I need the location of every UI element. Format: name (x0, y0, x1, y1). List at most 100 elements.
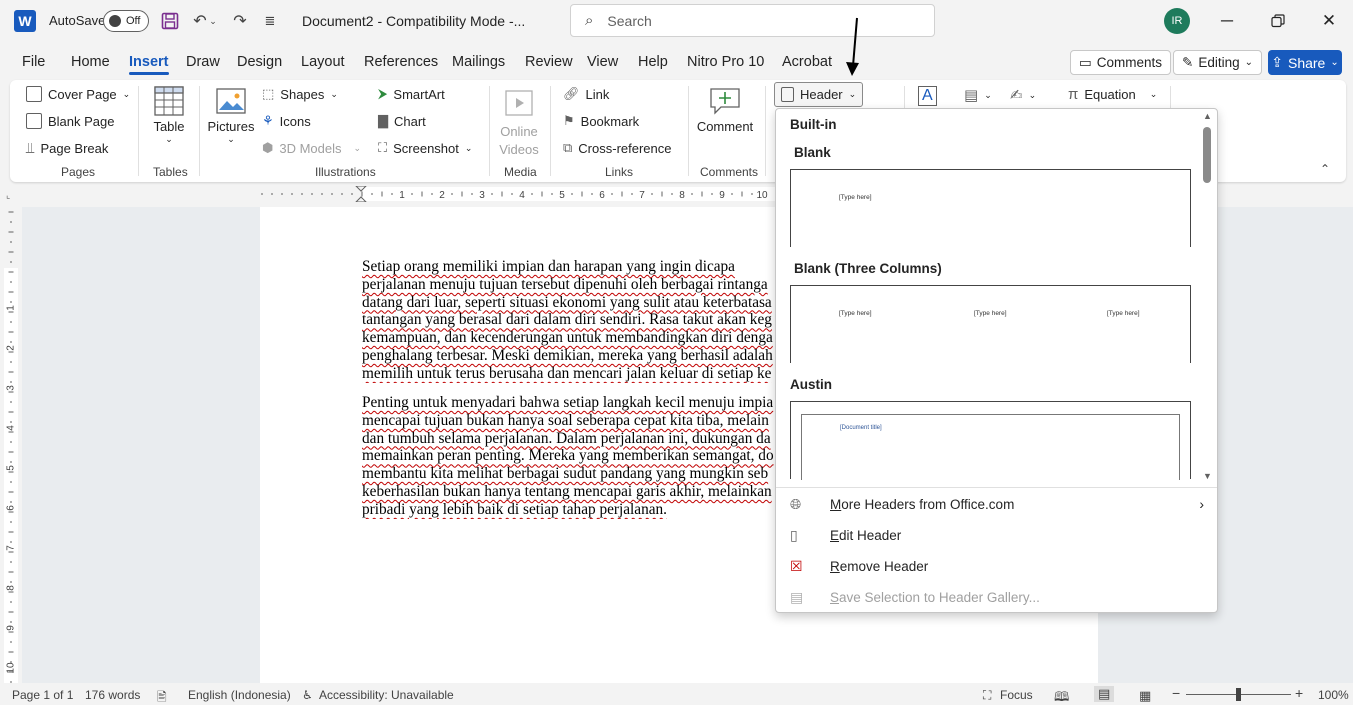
search-box[interactable]: ⌕ Search (570, 4, 935, 37)
page-count[interactable]: Page 1 of 1 (12, 688, 73, 702)
restore-icon[interactable] (1265, 8, 1291, 34)
table-button[interactable]: Table ⌄ (150, 86, 188, 145)
equation-button[interactable]: π Equation ⌄ (1068, 86, 1157, 103)
close-icon[interactable]: ✕ (1316, 8, 1342, 34)
editing-mode-button[interactable]: ✎ Editing ⌄ (1173, 50, 1262, 75)
cover-page-label: Cover Page (48, 86, 117, 102)
tab-selector-icon[interactable]: ⌞ (6, 190, 10, 201)
chevron-down-icon: ⌄ (984, 89, 992, 100)
read-mode-icon[interactable]: 🕮︎ (1054, 688, 1069, 705)
customize-qat-icon[interactable]: ≣ (259, 10, 281, 32)
tab-draw[interactable]: Draw (186, 54, 220, 70)
tab-view[interactable]: View (587, 54, 618, 70)
save-icon[interactable] (159, 10, 181, 32)
scroll-up-arrow-icon[interactable]: ▲ (1203, 111, 1212, 121)
group-label-links: Links (605, 165, 634, 179)
bookmark-button[interactable]: ⚑ Bookmark (563, 113, 639, 129)
ruler-number: 7 (6, 545, 17, 551)
print-layout-icon[interactable]: ▤ (1094, 686, 1115, 702)
redo-icon[interactable]: ↷ (229, 10, 251, 32)
scroll-down-arrow-icon[interactable]: ▼ (1203, 471, 1212, 481)
user-avatar[interactable]: IR (1164, 8, 1190, 34)
tab-layout[interactable]: Layout (301, 54, 345, 70)
save-selection-menu-item[interactable]: ▤ Save Selection to Header Gallery... (790, 583, 1210, 611)
document-title: Document2 - Compatibility Mode -... (302, 13, 526, 29)
pi-icon: π (1068, 86, 1079, 103)
gallery-item-blank[interactable]: [Type here] (790, 169, 1191, 247)
group-divider (489, 86, 490, 176)
comments-label: Comments (1096, 55, 1163, 70)
web-layout-icon[interactable]: ▦ (1139, 688, 1151, 704)
tab-file[interactable]: File (22, 54, 45, 70)
word-count[interactable]: 176 words (85, 688, 140, 702)
accessibility-icon: ♿︎ (302, 688, 313, 702)
group-divider (1170, 86, 1171, 110)
cross-reference-button[interactable]: ⧉ Cross-reference (563, 140, 672, 156)
zoom-level[interactable]: 100% (1318, 688, 1349, 702)
online-video-icon (505, 90, 533, 116)
accessibility-status[interactable]: Accessibility: Unavailable (319, 688, 454, 702)
quick-parts-button[interactable]: ▤ ⌄ (964, 86, 992, 104)
autosave-toggle[interactable]: Off (103, 10, 149, 32)
smartart-button[interactable]: ⮞ SmartArt (378, 86, 445, 102)
cover-page-button[interactable]: Cover Page ⌄ (26, 86, 130, 102)
ruler-number: 1 (6, 305, 17, 311)
blank-page-button[interactable]: Blank Page (26, 113, 115, 129)
collapse-ribbon-icon[interactable]: ⌃ (1320, 162, 1330, 176)
edit-header-label: Edit Header (830, 527, 902, 543)
shapes-button[interactable]: ⬚ Shapes ⌄ (262, 86, 338, 102)
shapes-icon: ⬚ (262, 86, 275, 101)
zoom-slider-thumb[interactable] (1236, 688, 1241, 701)
screenshot-button[interactable]: ⛶ Screenshot ⌄ (378, 140, 472, 156)
header-button[interactable]: Header ⌄ (774, 82, 864, 107)
tab-home[interactable]: Home (71, 54, 110, 70)
share-button[interactable]: ⇪ Share ⌄ (1268, 50, 1342, 75)
chart-button[interactable]: ▇ Chart (378, 113, 426, 129)
smartart-icon: ⮞ (378, 86, 388, 101)
ruler-number: 8 (6, 585, 17, 591)
tab-acrobat[interactable]: Acrobat (782, 54, 832, 70)
paragraph-2[interactable]: Penting untuk menyadari bahwa setiap lan… (362, 394, 774, 519)
edit-header-menu-item[interactable]: ▯ Edit Header (790, 521, 1210, 549)
icons-button[interactable]: ⚘ Icons (262, 113, 311, 129)
tab-help[interactable]: Help (638, 54, 668, 70)
tab-nitro[interactable]: Nitro Pro 10 (687, 54, 764, 70)
minimize-icon[interactable]: ─ (1214, 8, 1240, 34)
focus-icon: ⛶ (983, 688, 992, 702)
tab-design[interactable]: Design (237, 54, 282, 70)
proofing-icon[interactable]: 🖹︎ (157, 688, 167, 705)
tab-insert[interactable]: Insert (129, 54, 169, 75)
ruler-number: 9 (719, 190, 725, 201)
signature-line-button[interactable]: ✍ ⌄ (1010, 86, 1036, 104)
zoom-out-icon[interactable]: − (1172, 685, 1180, 701)
pictures-button[interactable]: Pictures ⌄ (207, 86, 255, 145)
comments-button[interactable]: ▭ Comments (1070, 50, 1172, 75)
page-break-label: Page Break (40, 141, 109, 156)
tab-review[interactable]: Review (525, 54, 573, 70)
pictures-icon (216, 88, 246, 114)
scrollbar-thumb[interactable] (1203, 127, 1211, 183)
tab-references[interactable]: References (364, 54, 438, 70)
paragraph-1[interactable]: Setiap orang memiliki impian dan harapan… (362, 258, 774, 383)
text-line: Setiap orang memiliki impian dan harapan… (362, 258, 735, 275)
focus-mode-button[interactable]: Focus (1000, 688, 1033, 702)
undo-dropdown-chevron-icon[interactable]: ⌄ (207, 10, 219, 32)
gallery-item-austin[interactable]: [Document title] (790, 401, 1191, 480)
language-status[interactable]: English (Indonesia) (188, 688, 291, 702)
more-headers-menu-item[interactable]: 🌐︎ More Headers from Office.com › (790, 490, 1210, 518)
gallery-item-blank-three-columns[interactable]: [Type here] [Type here] [Type here] (790, 285, 1191, 363)
page-break-button[interactable]: ⫫ Page Break (26, 140, 108, 157)
group-label-tables: Tables (153, 165, 188, 179)
tab-mailings[interactable]: Mailings (452, 54, 505, 70)
page-break-icon: ⫫ (26, 140, 35, 157)
link-button[interactable]: 🔗︎ Link (563, 86, 609, 102)
annotation-arrow-icon (846, 17, 859, 76)
online-videos-button[interactable]: Online Videos (495, 88, 543, 159)
icons-gallery-icon: ⚘ (262, 113, 274, 128)
group-label-comments: Comments (700, 165, 759, 179)
comment-button[interactable]: Comment (694, 86, 756, 134)
remove-header-menu-item[interactable]: ☒ Remove Header (790, 552, 1210, 580)
3d-models-button[interactable]: ⬢ 3D Models ⌄ (262, 140, 361, 156)
zoom-in-icon[interactable]: + (1295, 685, 1303, 701)
text-box-button[interactable]: A (918, 86, 937, 106)
